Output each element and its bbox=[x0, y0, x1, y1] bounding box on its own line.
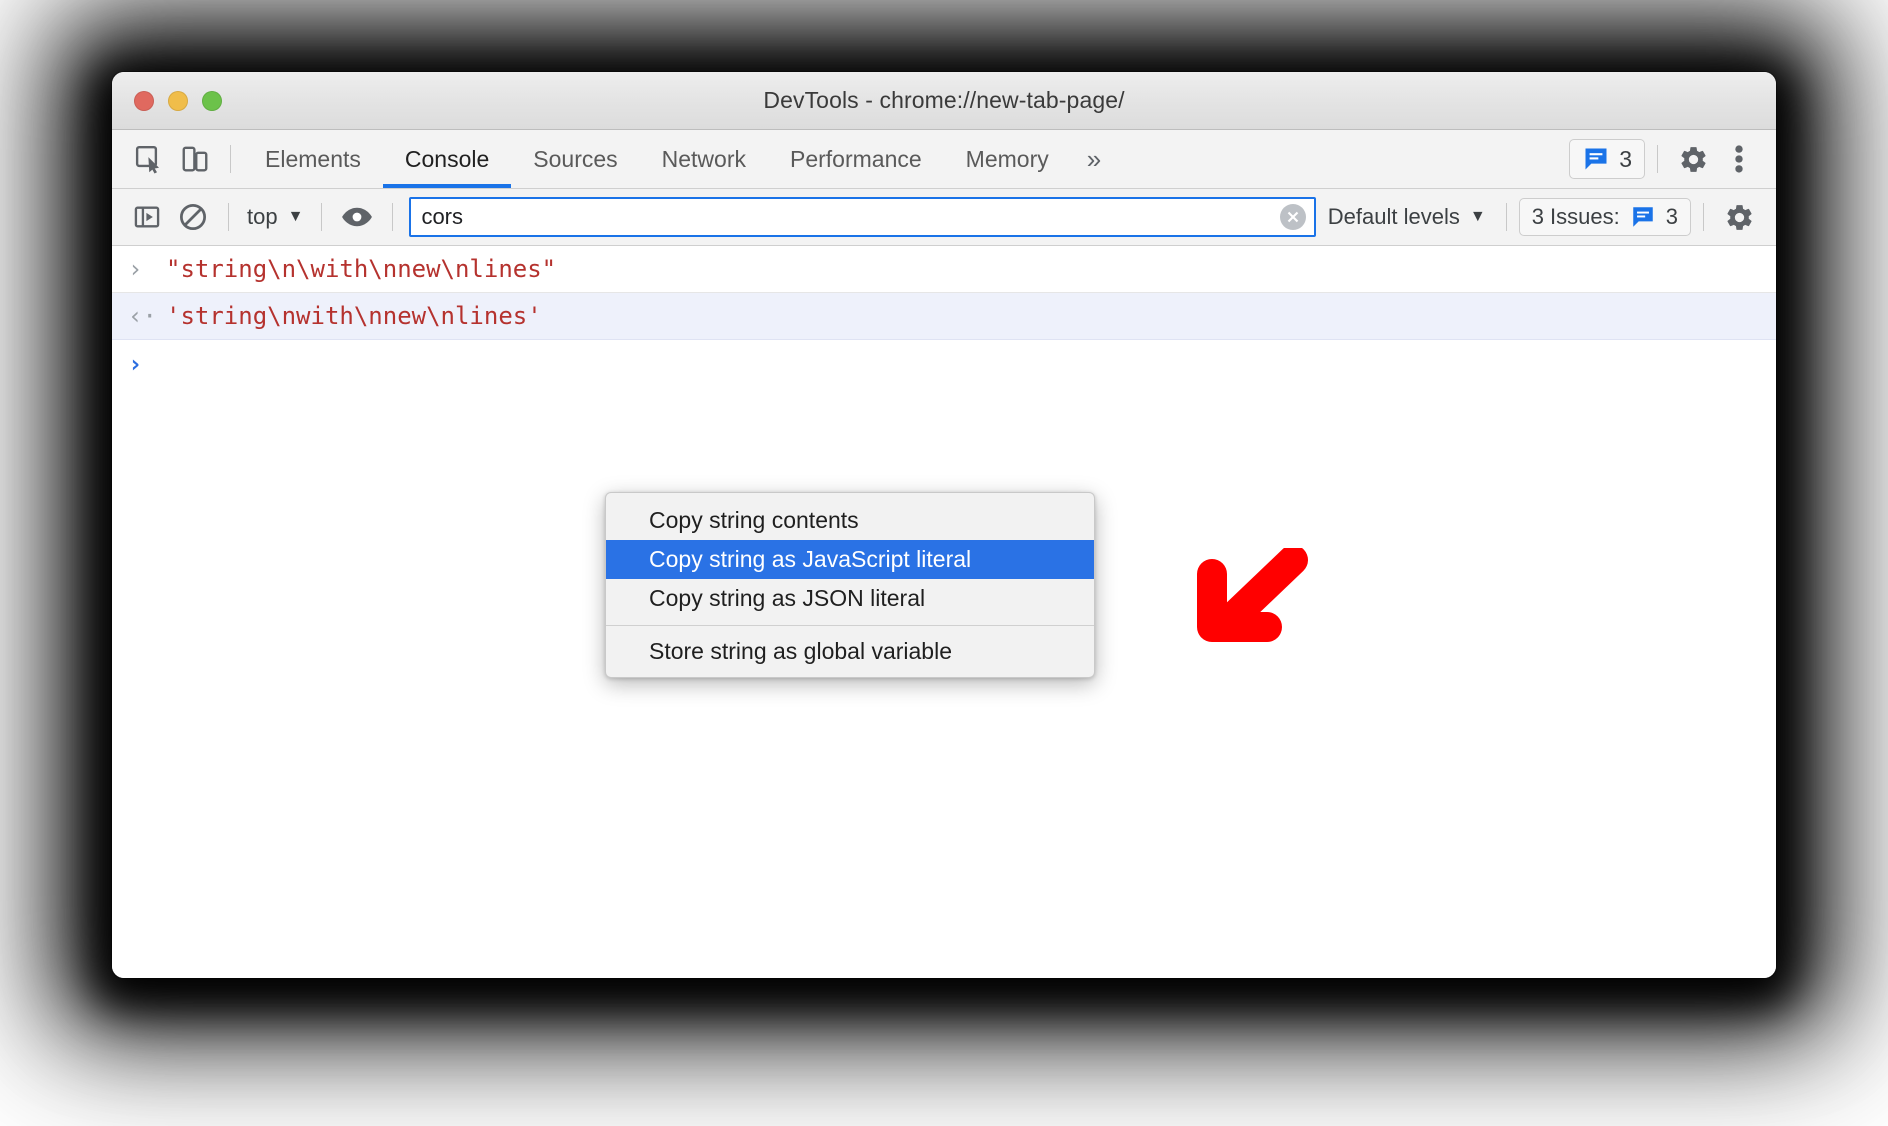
tab-performance[interactable]: Performance bbox=[768, 130, 944, 188]
red-annotation-arrow bbox=[1197, 548, 1308, 642]
tab-network[interactable]: Network bbox=[640, 130, 768, 188]
console-result-text: 'string\nwith\nnew\nlines' bbox=[166, 302, 542, 330]
log-levels-label: Default levels bbox=[1327, 204, 1460, 229]
console-toolbar-divider-4 bbox=[1505, 203, 1507, 231]
console-toolbar-divider-3 bbox=[392, 203, 394, 231]
eye-icon[interactable] bbox=[334, 194, 380, 240]
tab-memory[interactable]: Memory bbox=[944, 130, 1071, 188]
tabbar-divider bbox=[230, 145, 231, 173]
gear-icon[interactable] bbox=[1670, 136, 1716, 182]
maximize-button[interactable] bbox=[202, 90, 222, 111]
console-toolbar-divider-2 bbox=[321, 203, 323, 231]
console-prompt-chevron-icon: › bbox=[128, 349, 143, 378]
console-input-chevron-icon: › bbox=[128, 255, 143, 283]
devtools-window: DevTools - chrome://new-tab-page/ Elemen… bbox=[112, 72, 1776, 978]
tab-console[interactable]: Console bbox=[382, 130, 512, 188]
console-settings-gear-icon[interactable] bbox=[1716, 194, 1762, 240]
close-button[interactable] bbox=[134, 90, 154, 111]
menu-item-store-string-as-global-variable[interactable]: Store string as global variable bbox=[606, 632, 1094, 671]
minimize-button[interactable] bbox=[168, 90, 188, 111]
tabbar-right-controls: 3 bbox=[1569, 130, 1776, 188]
tabbar-right-divider bbox=[1657, 145, 1658, 173]
console-toolbar-divider-5 bbox=[1703, 203, 1704, 231]
chevron-down-icon: ▼ bbox=[287, 208, 304, 225]
log-levels-selector[interactable]: Default levels ▼ bbox=[1320, 204, 1494, 230]
console-issues-count: 3 bbox=[1665, 204, 1678, 229]
string-context-menu: Copy string contents Copy string as Java… bbox=[605, 492, 1095, 678]
menu-item-copy-string-as-javascript-literal[interactable]: Copy string as JavaScript literal bbox=[606, 540, 1094, 579]
console-issues-button[interactable]: 3 Issues: 3 bbox=[1518, 198, 1691, 236]
more-tabs-icon[interactable]: » bbox=[1071, 130, 1117, 188]
chevron-down-icon: ▼ bbox=[1469, 208, 1486, 225]
issues-count: 3 bbox=[1619, 145, 1632, 172]
window-titlebar: DevTools - chrome://new-tab-page/ bbox=[112, 72, 1776, 130]
window-controls bbox=[134, 90, 222, 111]
console-filter-input[interactable] bbox=[409, 197, 1316, 237]
console-toolbar: top ▼ De bbox=[112, 189, 1776, 246]
device-toolbar-icon[interactable] bbox=[172, 136, 218, 182]
issues-message-icon bbox=[1585, 148, 1607, 170]
console-prompt-row[interactable]: › bbox=[112, 340, 1776, 387]
context-menu-separator bbox=[606, 625, 1094, 626]
issues-message-icon bbox=[1633, 207, 1653, 227]
console-result-row[interactable]: ‹· 'string\nwith\nnew\nlines' bbox=[112, 293, 1776, 340]
issues-badge-button[interactable]: 3 bbox=[1569, 139, 1645, 179]
kebab-menu-icon[interactable] bbox=[1716, 136, 1762, 182]
console-toolbar-divider-1 bbox=[228, 203, 229, 231]
menu-item-copy-string-as-json-literal[interactable]: Copy string as JSON literal bbox=[606, 579, 1094, 618]
console-filter-wrap bbox=[409, 197, 1316, 237]
console-issues-label: 3 Issues: bbox=[1531, 204, 1620, 229]
console-input-text: "string\n\with\nnew\nlines" bbox=[166, 255, 557, 283]
console-input-row[interactable]: › "string\n\with\nnew\nlines" bbox=[112, 246, 1776, 293]
console-sidebar-icon[interactable] bbox=[124, 194, 170, 240]
console-output-chevron-icon: ‹· bbox=[128, 302, 157, 330]
clear-input-icon[interactable] bbox=[1279, 204, 1306, 230]
inspect-element-icon[interactable] bbox=[126, 136, 172, 182]
menu-item-copy-string-contents[interactable]: Copy string contents bbox=[606, 501, 1094, 540]
devtools-tabbar: Elements Console Sources Network Perform… bbox=[112, 130, 1776, 189]
desktop-background: DevTools - chrome://new-tab-page/ Elemen… bbox=[0, 0, 1888, 1126]
window-title: DevTools - chrome://new-tab-page/ bbox=[763, 87, 1125, 113]
clear-console-icon[interactable] bbox=[170, 194, 216, 240]
tab-elements[interactable]: Elements bbox=[243, 130, 383, 188]
execution-context-selector[interactable]: top ▼ bbox=[241, 202, 309, 232]
tab-sources[interactable]: Sources bbox=[511, 130, 639, 188]
execution-context-label: top bbox=[247, 204, 278, 229]
console-output-area[interactable]: › "string\n\with\nnew\nlines" ‹· 'string… bbox=[112, 246, 1776, 978]
